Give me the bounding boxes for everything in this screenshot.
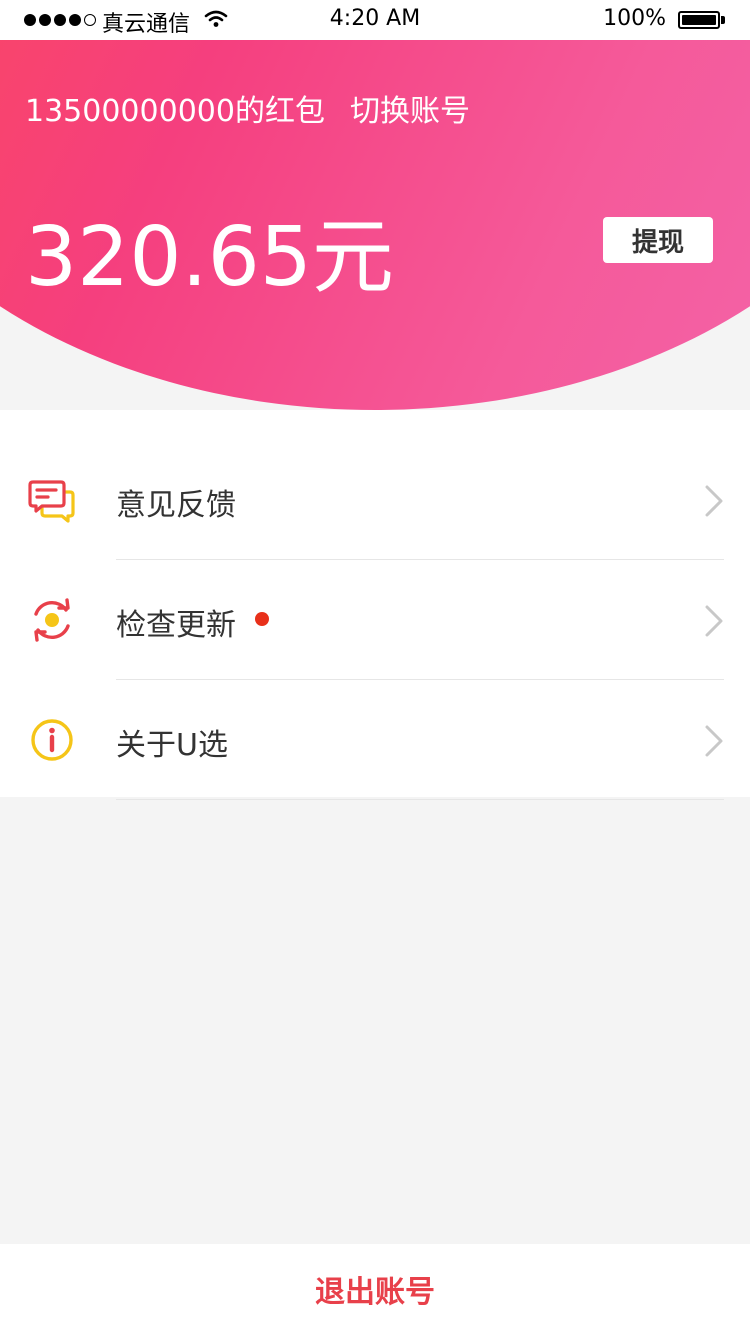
menu-item-check-update[interactable]: 检查更新 [0, 560, 750, 680]
update-badge-dot [255, 612, 269, 626]
settings-menu: 意见反馈 检查更新 关于U选 [0, 410, 750, 800]
battery-percent: 100% [603, 6, 666, 31]
menu-item-feedback[interactable]: 意见反馈 [0, 440, 750, 560]
menu-item-label: 检查更新 [116, 608, 236, 643]
wallet-header: 13500000000的红包 切换账号 320.65元 提现 [0, 40, 750, 410]
chevron-right-icon [705, 605, 723, 637]
chevron-right-icon [705, 725, 723, 757]
logout-button[interactable]: 退出账号 [0, 1244, 750, 1334]
withdraw-button[interactable]: 提现 [603, 217, 713, 263]
menu-item-label: 意见反馈 [116, 488, 236, 523]
info-icon [31, 719, 73, 761]
feedback-icon [28, 480, 75, 523]
status-bar: 真云通信 4:20 AM 100% [0, 0, 750, 40]
account-title: 13500000000的红包 [25, 94, 325, 129]
menu-item-about[interactable]: 关于U选 [0, 680, 750, 800]
menu-divider [116, 799, 724, 800]
balance-amount: 320.65元 [25, 210, 394, 305]
refresh-update-icon [34, 598, 70, 642]
battery-tip [721, 16, 725, 24]
switch-account-link[interactable]: 切换账号 [350, 86, 470, 130]
menu-item-label: 关于U选 [116, 728, 228, 763]
chevron-right-icon [705, 485, 723, 517]
battery-icon [678, 11, 720, 29]
